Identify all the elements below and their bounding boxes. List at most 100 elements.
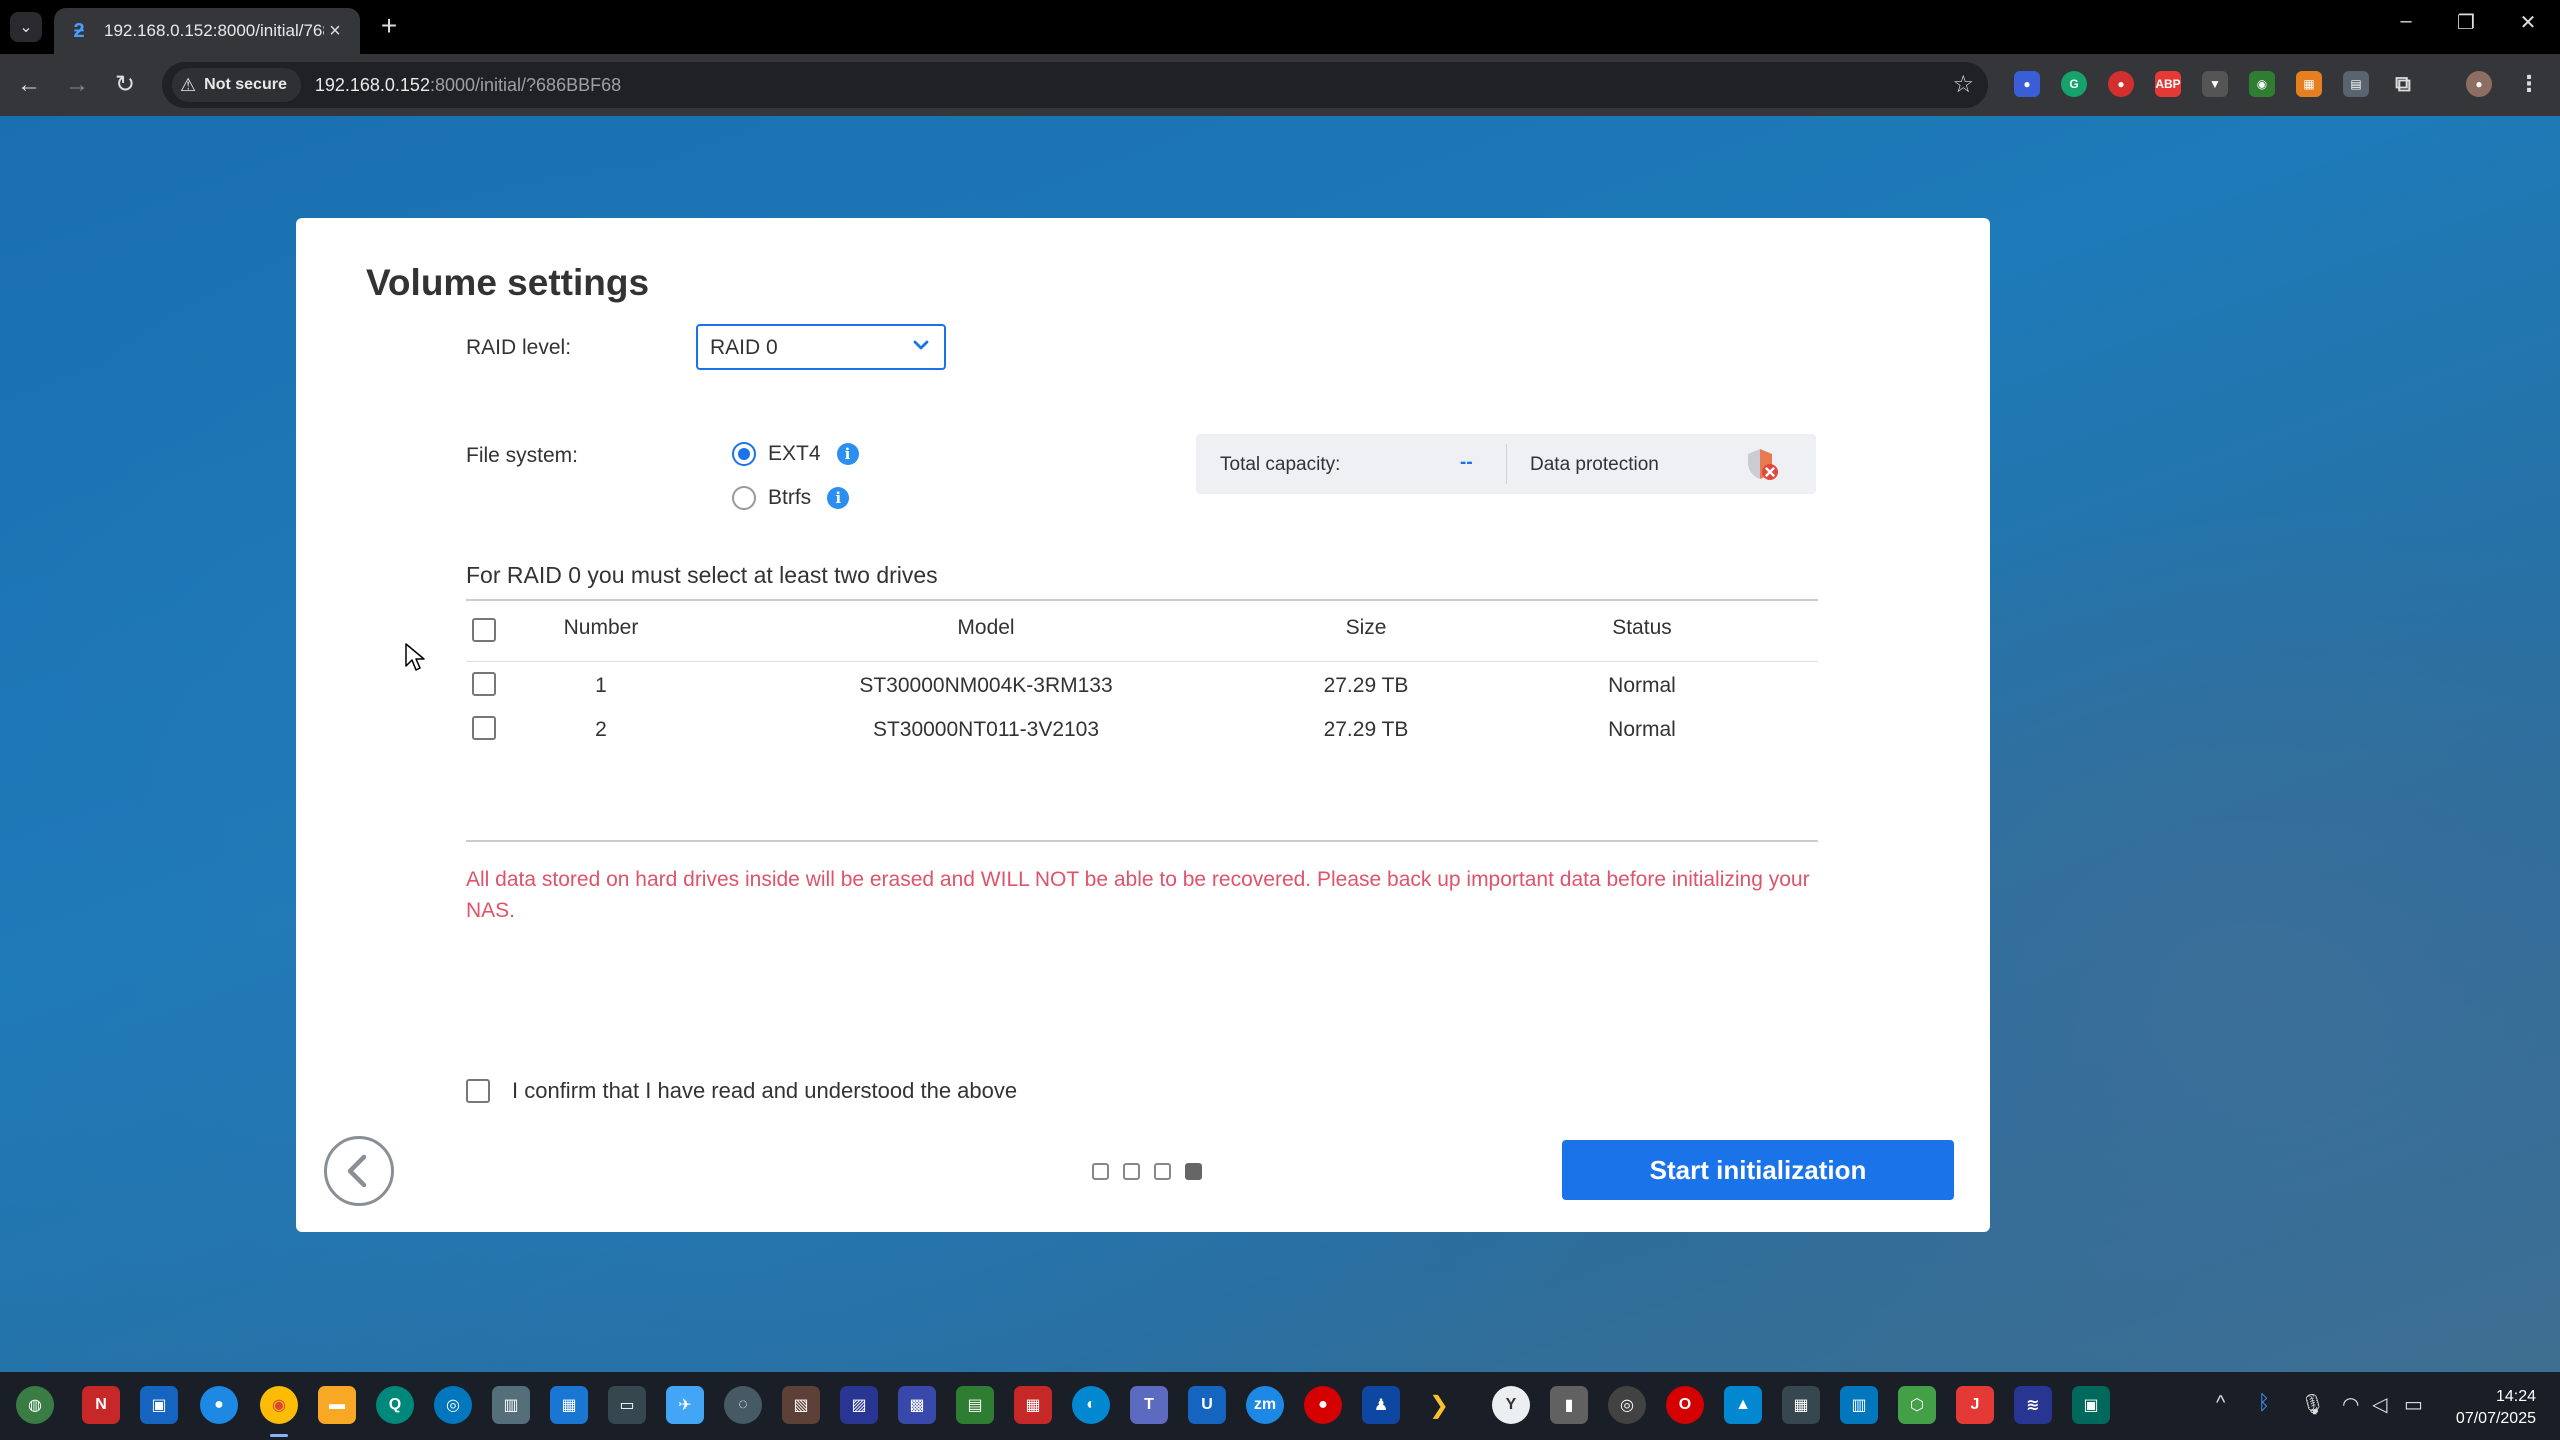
app-icon-11[interactable]: ✈ [666, 1386, 704, 1424]
tab-close-icon[interactable]: × [324, 20, 346, 43]
confirm-label: I confirm that I have read and understoo… [512, 1078, 1018, 1103]
app-icon-31[interactable]: ▥ [1840, 1386, 1878, 1424]
raid-level-select[interactable]: RAID 0 [696, 324, 946, 370]
app-icon-13[interactable]: ▧ [782, 1386, 820, 1424]
volume-icon[interactable]: ◁ [2372, 1392, 2387, 1417]
file-explorer-icon[interactable]: ▬ [318, 1386, 356, 1424]
bluetooth-icon[interactable]: ᛒ [2258, 1392, 2270, 1415]
app-icon-33[interactable]: J [1956, 1386, 1994, 1424]
zoom-icon[interactable]: zm [1246, 1386, 1284, 1424]
teams-icon[interactable]: T [1130, 1386, 1168, 1424]
browser-tab[interactable]: ƻ 192.168.0.152:8000/initial/768 × [54, 8, 360, 54]
app-icon-23[interactable]: ♟ [1362, 1386, 1400, 1424]
ext4-radio[interactable] [732, 442, 756, 466]
bookmark-star-icon[interactable]: ☆ [1952, 70, 1974, 99]
shield-no-protection-icon [1748, 449, 1778, 480]
app-icon-15[interactable]: ▩ [898, 1386, 936, 1424]
minimize-icon[interactable]: – [2386, 10, 2426, 33]
system-clock[interactable]: 14:24 07/07/2025 [2456, 1386, 2536, 1430]
extension-icon-1[interactable]: ● [2014, 71, 2040, 97]
clock-date: 07/07/2025 [2455, 1410, 2536, 1427]
app-icon-32[interactable]: ⬡ [1898, 1386, 1936, 1424]
select-all-checkbox[interactable] [472, 618, 496, 642]
info-icon[interactable]: i [836, 443, 859, 465]
app-icon-16[interactable]: ▤ [956, 1386, 994, 1424]
app-icon-26[interactable]: ▮ [1550, 1386, 1588, 1424]
confirm-row[interactable]: I confirm that I have read and understoo… [466, 1078, 1017, 1104]
address-bar[interactable]: ⚠ Not secure 192.168.0.152:8000/initial/… [162, 62, 1988, 108]
profile-avatar[interactable]: ● [2466, 71, 2492, 97]
restore-icon[interactable]: ❐ [2446, 10, 2486, 35]
app-icon-12[interactable]: ◌ [724, 1386, 762, 1424]
app-icon-20[interactable]: U [1188, 1386, 1226, 1424]
new-tab-button[interactable]: + [374, 12, 404, 42]
app-icon-2[interactable]: ▣ [140, 1386, 178, 1424]
app-icon-27[interactable]: ◎ [1608, 1386, 1646, 1424]
volume-settings-card: Volume settings RAID level: RAID 0 File … [296, 218, 1990, 1232]
reload-icon[interactable]: ↻ [108, 68, 142, 102]
app-icon-17[interactable]: ▦ [1014, 1386, 1052, 1424]
app-icon-3[interactable]: ● [200, 1386, 238, 1424]
app-icon-25[interactable]: Y [1492, 1386, 1530, 1424]
app-icon-24[interactable]: ❯ [1420, 1386, 1458, 1424]
header-model: Model [957, 616, 1015, 639]
battery-icon[interactable]: ▭ [2404, 1392, 2423, 1417]
app-icon-9[interactable]: ▦ [550, 1386, 588, 1424]
step-indicator [1092, 1163, 1202, 1180]
app-icon-14[interactable]: ▨ [840, 1386, 878, 1424]
browser-toolbar: ← → ↻ ⚠ Not secure 192.168.0.152:8000/in… [0, 54, 2560, 116]
drive-model: ST30000NM004K-3RM133 [859, 674, 1113, 697]
drive-1-checkbox[interactable] [472, 672, 496, 696]
microphone-icon[interactable]: 🎙 [2300, 1392, 2325, 1417]
app-icon-30[interactable]: ▦ [1782, 1386, 1820, 1424]
forward-arrow-icon[interactable]: → [60, 68, 94, 102]
app-icon-6[interactable]: Q [376, 1386, 414, 1424]
extension-icon-5[interactable]: ▼ [2202, 71, 2228, 97]
drive-number: 1 [595, 674, 607, 697]
info-icon[interactable]: i [827, 487, 850, 509]
start-button-icon[interactable]: ◍ [16, 1386, 54, 1424]
browser-menu-icon[interactable]: ⋮ [2516, 71, 2542, 97]
btrfs-radio[interactable] [732, 486, 756, 510]
opera-icon[interactable]: O [1666, 1386, 1704, 1424]
app-icon-34[interactable]: ≋ [2014, 1386, 2052, 1424]
header-size: Size [1345, 616, 1387, 639]
adblock-plus-extension-icon[interactable]: ABP [2155, 71, 2181, 97]
extension-icon-8[interactable]: ▤ [2343, 71, 2369, 97]
extension-icon-6[interactable]: ◉ [2249, 71, 2275, 97]
app-icon-29[interactable]: ▲ [1724, 1386, 1762, 1424]
window-close-icon[interactable]: ✕ [2508, 10, 2548, 35]
drive-status: Normal [1608, 718, 1676, 741]
active-app-indicator [270, 1434, 288, 1437]
taskbar: ◍ N ▣ ● ◉ ▬ Q ◎ ▥ ▦ ▭ ✈ ◌ ▧ ▨ ▩ ▤ ▦ ◐ T … [0, 1372, 2560, 1440]
extension-icon-7[interactable]: ▦ [2296, 71, 2322, 97]
extension-icon-3[interactable]: ● [2108, 71, 2134, 97]
back-button[interactable] [324, 1136, 394, 1206]
app-icon-18[interactable]: ◐ [1072, 1386, 1110, 1424]
step-dot [1092, 1163, 1109, 1180]
security-label: Not secure [204, 76, 287, 93]
grammarly-extension-icon[interactable]: G [2061, 71, 2087, 97]
tray-overflow-icon[interactable]: ^ [2216, 1392, 2225, 1415]
chrome-icon[interactable]: ◉ [260, 1386, 298, 1424]
app-icon-22[interactable]: ● [1304, 1386, 1342, 1424]
fs-option-btrfs[interactable]: Btrfs i [732, 486, 850, 510]
fs-option-ext4[interactable]: EXT4 i [732, 442, 859, 466]
start-initialization-button[interactable]: Start initialization [1562, 1140, 1954, 1200]
url-path: :8000/initial/?686BBF68 [429, 74, 622, 95]
tab-search-button[interactable]: ⌄ [10, 12, 42, 42]
extensions-puzzle-icon[interactable]: ⧉ [2390, 71, 2416, 97]
back-arrow-icon[interactable]: ← [12, 68, 46, 102]
table-header-divider [466, 661, 1818, 662]
confirm-checkbox[interactable] [466, 1079, 490, 1103]
page-background: Volume settings RAID level: RAID 0 File … [0, 116, 2560, 1372]
app-icon-7[interactable]: ◎ [434, 1386, 472, 1424]
security-indicator[interactable]: ⚠ Not secure [172, 68, 301, 102]
app-icon-10[interactable]: ▭ [608, 1386, 646, 1424]
drive-2-checkbox[interactable] [472, 716, 496, 740]
app-icon-8[interactable]: ▥ [492, 1386, 530, 1424]
raid-level-label: RAID level: [466, 336, 572, 359]
app-icon-1[interactable]: N [82, 1386, 120, 1424]
wifi-icon[interactable]: ◠ [2342, 1392, 2359, 1417]
app-icon-35[interactable]: ▣ [2072, 1386, 2110, 1424]
